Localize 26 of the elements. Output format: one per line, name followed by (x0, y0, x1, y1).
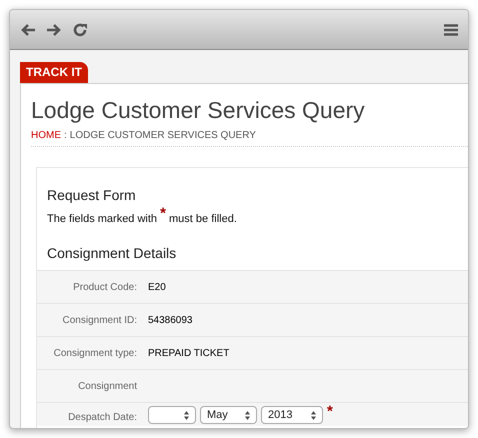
breadcrumb-separator: : (64, 130, 67, 142)
required-mark: * (327, 406, 333, 418)
form-title: Request Form (47, 186, 136, 204)
reload-icon[interactable] (72, 22, 88, 38)
field-value: PREPAID TICKET (148, 346, 230, 360)
date-select[interactable]: May (200, 406, 257, 424)
track-it-tab[interactable]: TRACK IT (20, 62, 88, 83)
section-title: Consignment Details (47, 244, 176, 262)
field-label: Product Code: (72, 280, 138, 294)
field-value: E20 (148, 280, 166, 294)
forward-icon[interactable] (46, 22, 62, 36)
stepper-arrows-icon (184, 410, 189, 420)
field-label: Consignment type: (52, 346, 138, 360)
breadcrumb-current: LODGE CUSTOMER SERVICES QUERY (70, 130, 256, 142)
field-label: Consignment ID: (62, 314, 138, 328)
field-label: Consignment (77, 380, 138, 394)
stepper-arrows-icon (311, 410, 316, 420)
required-note: The fields marked with * must be filled. (47, 208, 237, 227)
menu-icon[interactable] (444, 24, 458, 36)
field-label: Despatch Date: (67, 411, 138, 425)
stepper-arrows-icon (245, 410, 250, 420)
field-value: 54386093 (148, 314, 192, 328)
back-icon[interactable] (20, 22, 36, 36)
date-select[interactable]: 2013 (261, 406, 323, 424)
home-link[interactable]: HOME (31, 130, 61, 142)
page-title: Lodge Customer Services Query (31, 96, 366, 124)
